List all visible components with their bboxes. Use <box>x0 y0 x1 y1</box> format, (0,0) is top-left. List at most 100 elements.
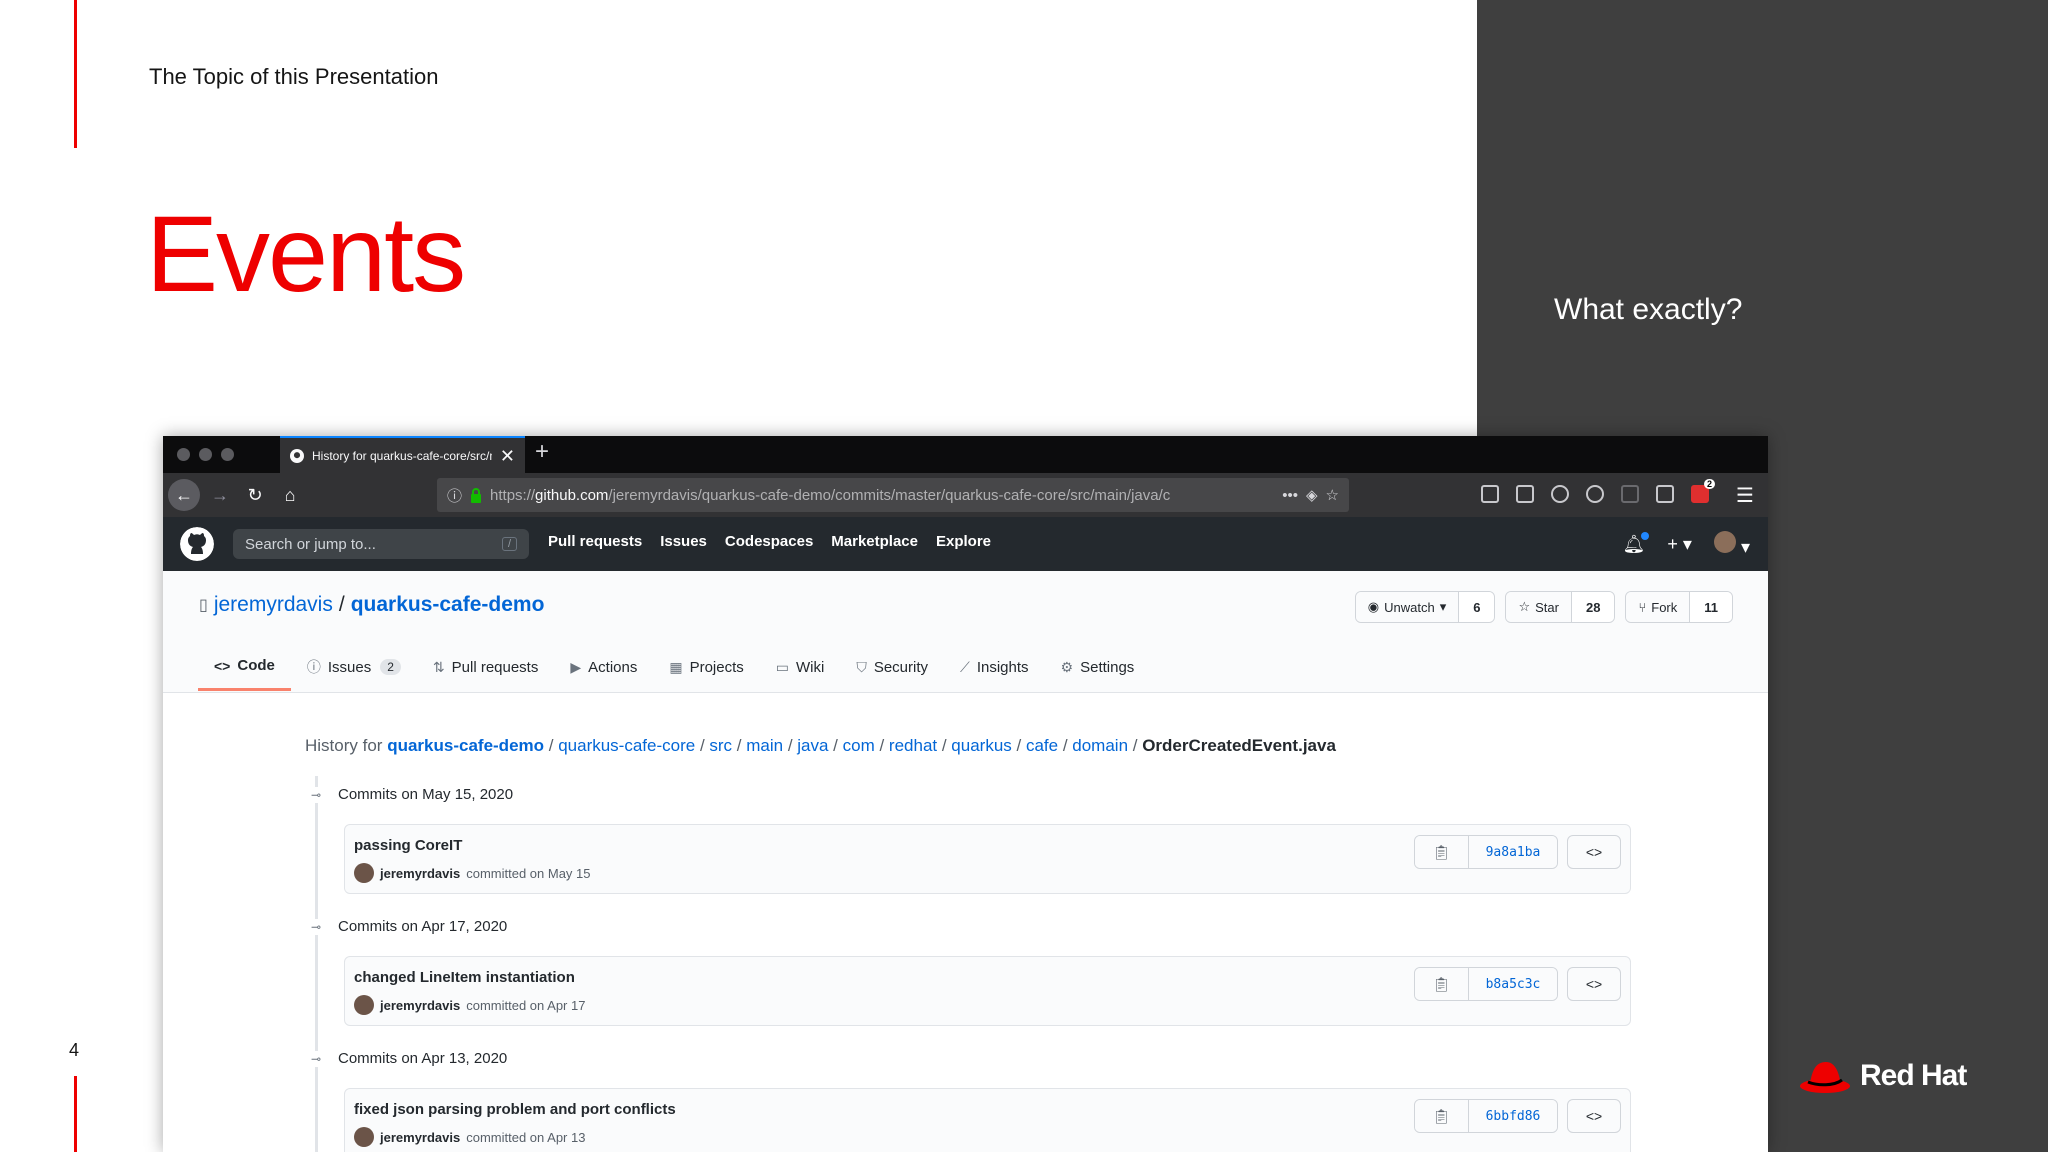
tab-issues-label: Issues <box>327 658 372 676</box>
unwatch-button[interactable]: ◉ Unwatch ▾ <box>1355 592 1460 622</box>
bookmark-star-icon[interactable]: ☆ <box>1326 486 1339 504</box>
github-logo-icon[interactable] <box>180 527 214 561</box>
github-header-actions: 🔔︎ + ▾ ▾ <box>1623 531 1750 558</box>
close-window-dot[interactable] <box>177 448 190 461</box>
project-icon: ▦ <box>669 658 683 675</box>
tab-issues[interactable]: ⓘ Issues 2 <box>291 645 417 691</box>
copy-sha-button[interactable]: 📋︎ <box>1415 968 1469 1000</box>
reload-button[interactable]: ↻ <box>240 480 270 510</box>
back-button[interactable]: ← <box>168 479 200 511</box>
tab-settings[interactable]: ⚙ Settings <box>1045 645 1151 691</box>
commit-author-link[interactable]: jeremyrdavis <box>380 866 460 881</box>
nav-explore[interactable]: Explore <box>936 533 991 550</box>
commit-group-date: ⊸ Commits on May 15, 2020 <box>308 786 513 803</box>
commit-message-link[interactable]: changed LineItem instantiation <box>354 969 575 986</box>
notification-bell-icon[interactable]: 🔔︎ <box>1623 532 1650 555</box>
url-bar[interactable]: ⓘ https://github.com/jeremyrdavis/quarku… <box>437 478 1349 512</box>
github-search-input[interactable]: Search or jump to... / <box>233 529 529 559</box>
commit-message-link[interactable]: passing CoreIT <box>354 837 462 854</box>
info-icon[interactable]: ⓘ <box>447 485 462 506</box>
react-devtools-icon[interactable] <box>1586 485 1604 503</box>
breadcrumb-segment[interactable]: quarkus <box>951 736 1011 755</box>
browse-repo-button[interactable]: <> <box>1567 1099 1621 1133</box>
watchers-count[interactable]: 6 <box>1459 592 1495 622</box>
home-button[interactable]: ⌂ <box>275 480 305 510</box>
repo-name-link[interactable]: quarkus-cafe-demo <box>351 593 545 617</box>
avatar[interactable] <box>354 1127 374 1147</box>
commit-sha-link[interactable]: 6bbfd86 <box>1469 1100 1557 1132</box>
tab-insights[interactable]: ⟋ Insights <box>944 645 1045 691</box>
navigation-toolbar: ← → ↻ ⌂ ⓘ https://github.com/jeremyrdavi… <box>163 473 1768 517</box>
forks-count[interactable]: 11 <box>1690 592 1732 622</box>
library-icon[interactable] <box>1481 485 1499 503</box>
avatar[interactable] <box>354 863 374 883</box>
nav-marketplace[interactable]: Marketplace <box>831 533 918 550</box>
copy-sha-button[interactable]: 📋︎ <box>1415 836 1469 868</box>
sha-button-group: 📋︎ 9a8a1ba <box>1414 835 1558 869</box>
clipboard-icon: 📋︎ <box>1432 843 1451 860</box>
breadcrumb-segment[interactable]: redhat <box>889 736 937 755</box>
breadcrumb-file: OrderCreatedEvent.java <box>1142 736 1336 755</box>
copy-sha-button[interactable]: 📋︎ <box>1415 1100 1469 1132</box>
browser-tab-active[interactable]: History for quarkus-cafe-core/src/main/j… <box>280 436 525 473</box>
avatar[interactable] <box>354 995 374 1015</box>
code-icon: <> <box>1585 976 1603 992</box>
tab-pull-requests[interactable]: ⇅ Pull requests <box>417 645 554 691</box>
nav-codespaces[interactable]: Codespaces <box>725 533 813 550</box>
breadcrumb-segment[interactable]: main <box>746 736 783 755</box>
breadcrumb-segment[interactable]: src <box>709 736 732 755</box>
tab-projects[interactable]: ▦ Projects <box>653 645 759 691</box>
breadcrumb-repo[interactable]: quarkus-cafe-demo <box>387 736 544 755</box>
breadcrumb-segment[interactable]: domain <box>1072 736 1128 755</box>
extension-icon[interactable] <box>1621 485 1639 503</box>
repo-owner-link[interactable]: jeremyrdavis <box>214 593 333 617</box>
breadcrumb-segment[interactable]: com <box>843 736 875 755</box>
close-tab-icon[interactable]: ✕ <box>500 447 515 465</box>
commit-time: committed on Apr 13 <box>466 1129 586 1145</box>
star-button[interactable]: ☆ Star <box>1506 592 1572 622</box>
notification-extension-icon[interactable]: 2 <box>1691 479 1715 503</box>
breadcrumb-segment[interactable]: quarkus-cafe-core <box>558 736 695 755</box>
code-icon: <> <box>1585 844 1603 860</box>
forward-button[interactable]: → <box>205 480 235 510</box>
maximize-window-dot[interactable] <box>221 448 234 461</box>
user-menu[interactable]: ▾ <box>1713 531 1750 558</box>
tab-wiki[interactable]: ▭ Wiki <box>760 645 841 691</box>
browse-repo-button[interactable]: <> <box>1567 967 1621 1001</box>
stars-count[interactable]: 28 <box>1571 592 1615 622</box>
sidebar-icon[interactable] <box>1516 485 1534 503</box>
commit-group-date: ⊸ Commits on Apr 17, 2020 <box>308 918 507 935</box>
create-new-menu[interactable]: + ▾ <box>1667 534 1692 555</box>
url-scheme: https:// <box>490 486 536 504</box>
tab-code[interactable]: <> Code <box>198 645 291 691</box>
extension-badge: 2 <box>1703 479 1715 489</box>
tab-actions[interactable]: ▶ Actions <box>554 645 653 691</box>
url-text[interactable]: https://github.com/jeremyrdavis/quarkus-… <box>490 487 1274 504</box>
commit-author-link[interactable]: jeremyrdavis <box>380 1130 460 1145</box>
pocket-icon[interactable]: ◈ <box>1306 486 1318 504</box>
nav-pull-requests[interactable]: Pull requests <box>548 533 642 550</box>
caret-down-icon: ▾ <box>1439 599 1447 614</box>
tab-code-label: Code <box>237 657 275 674</box>
tab-security[interactable]: ⛉ Security <box>840 645 944 691</box>
commit-sha-link[interactable]: b8a5c3c <box>1469 968 1557 1000</box>
commit-message-link[interactable]: fixed json parsing problem and port conf… <box>354 1101 676 1118</box>
fork-button[interactable]: ⑂ Fork <box>1626 592 1691 622</box>
commit-sha-link[interactable]: 9a8a1ba <box>1469 836 1557 868</box>
window-extension-icon[interactable] <box>1656 485 1674 503</box>
shield-icon: ⛉ <box>856 658 867 675</box>
new-tab-button[interactable]: + <box>535 440 549 464</box>
commit-author-link[interactable]: jeremyrdavis <box>380 998 460 1013</box>
account-icon[interactable] <box>1551 485 1569 503</box>
nav-issues[interactable]: Issues <box>660 533 707 550</box>
window-controls[interactable] <box>177 448 234 461</box>
browse-repo-button[interactable]: <> <box>1567 835 1621 869</box>
tab-wiki-label: Wiki <box>796 658 825 676</box>
clipboard-icon: 📋︎ <box>1432 975 1451 992</box>
hamburger-menu-icon[interactable]: ☰ <box>1736 483 1754 508</box>
breadcrumb-segment[interactable]: java <box>797 736 828 755</box>
breadcrumb-segment[interactable]: cafe <box>1026 736 1058 755</box>
minimize-window-dot[interactable] <box>199 448 212 461</box>
page-actions-icon[interactable]: ••• <box>1282 487 1298 504</box>
commit-actions: 📋︎ 9a8a1ba <> <box>1414 835 1621 869</box>
